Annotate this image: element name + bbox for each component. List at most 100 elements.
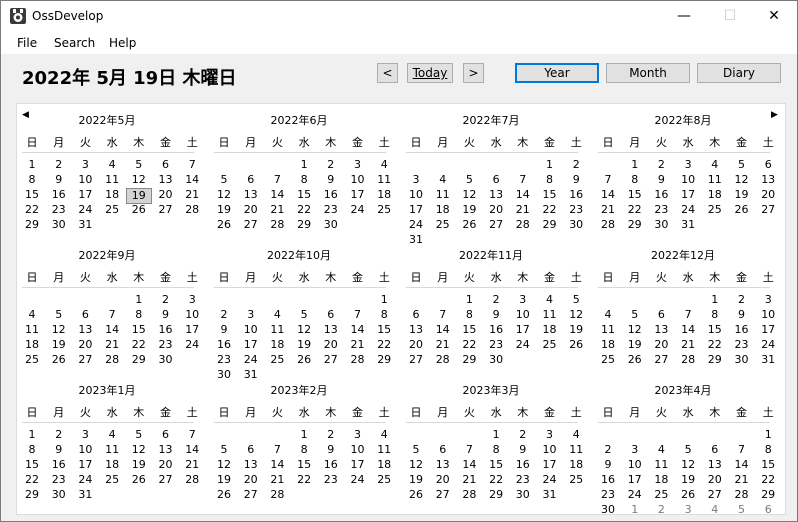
day-cell[interactable]: 3 <box>622 443 648 456</box>
day-cell[interactable]: 14 <box>510 188 536 201</box>
day-cell[interactable]: 20 <box>318 338 344 351</box>
day-cell[interactable]: 23 <box>648 203 674 216</box>
day-cell[interactable]: 3 <box>755 293 781 306</box>
day-cell[interactable]: 19 <box>291 338 317 351</box>
day-cell[interactable]: 27 <box>238 218 264 231</box>
day-cell[interactable]: 16 <box>648 188 674 201</box>
day-cell[interactable]: 13 <box>153 443 179 456</box>
day-cell[interactable]: 31 <box>72 488 98 501</box>
day-cell[interactable]: 22 <box>19 473 45 486</box>
day-cell[interactable]: 9 <box>595 458 621 471</box>
day-cell[interactable]: 30 <box>318 218 344 231</box>
day-cell[interactable]: 28 <box>264 488 290 501</box>
day-cell[interactable]: 13 <box>755 173 781 186</box>
day-cell[interactable]: 4 <box>563 428 589 441</box>
day-cell[interactable]: 7 <box>675 308 701 321</box>
day-cell[interactable]: 25 <box>371 203 397 216</box>
day-cell[interactable]: 5 <box>126 428 152 441</box>
day-cell[interactable]: 12 <box>563 308 589 321</box>
day-cell[interactable]: 25 <box>99 473 125 486</box>
day-cell[interactable]: 1 <box>456 293 482 306</box>
day-cell[interactable]: 19 <box>563 323 589 336</box>
day-cell[interactable]: 9 <box>729 308 755 321</box>
day-cell[interactable]: 11 <box>99 443 125 456</box>
day-cell[interactable]: 9 <box>510 443 536 456</box>
day-cell[interactable]: 23 <box>211 353 237 366</box>
day-cell[interactable]: 12 <box>46 323 72 336</box>
day-cell[interactable]: 11 <box>648 458 674 471</box>
day-cell[interactable]: 20 <box>72 338 98 351</box>
day-cell[interactable]: 19 <box>729 188 755 201</box>
day-cell[interactable]: 11 <box>563 443 589 456</box>
day-cell[interactable]: 26 <box>456 218 482 231</box>
day-cell[interactable]: 25 <box>99 203 125 216</box>
day-cell[interactable]: 15 <box>456 323 482 336</box>
day-cell[interactable]: 28 <box>595 218 621 231</box>
day-cell[interactable]: 7 <box>456 443 482 456</box>
day-cell[interactable]: 8 <box>622 173 648 186</box>
day-cell[interactable]: 15 <box>371 323 397 336</box>
day-cell[interactable]: 29 <box>702 353 728 366</box>
day-cell[interactable]: 24 <box>403 218 429 231</box>
day-cell[interactable]: 29 <box>19 488 45 501</box>
day-cell[interactable]: 8 <box>291 443 317 456</box>
day-cell[interactable]: 15 <box>755 458 781 471</box>
day-cell[interactable]: 6 <box>72 308 98 321</box>
day-cell[interactable]: 3 <box>345 158 371 171</box>
day-cell[interactable]: 19 <box>46 338 72 351</box>
day-cell[interactable]: 29 <box>755 488 781 501</box>
day-cell[interactable]: 25 <box>371 473 397 486</box>
day-cell[interactable]: 4 <box>702 503 728 516</box>
close-button[interactable]: ✕ <box>751 1 797 32</box>
day-cell[interactable]: 27 <box>702 488 728 501</box>
day-cell[interactable]: 22 <box>456 338 482 351</box>
menu-help[interactable]: Help <box>109 36 136 50</box>
day-cell[interactable]: 16 <box>595 473 621 486</box>
day-cell[interactable]: 4 <box>648 443 674 456</box>
minimize-button[interactable]: — <box>661 1 707 32</box>
day-cell[interactable]: 23 <box>483 338 509 351</box>
day-cell[interactable]: 10 <box>675 173 701 186</box>
day-cell[interactable]: 15 <box>19 458 45 471</box>
day-cell[interactable]: 7 <box>345 308 371 321</box>
day-cell[interactable]: 11 <box>702 173 728 186</box>
day-cell[interactable]: 4 <box>430 173 456 186</box>
day-cell[interactable]: 7 <box>264 443 290 456</box>
day-cell[interactable]: 9 <box>318 173 344 186</box>
day-cell[interactable]: 8 <box>126 308 152 321</box>
day-cell[interactable]: 13 <box>72 323 98 336</box>
day-cell[interactable]: 3 <box>345 428 371 441</box>
day-cell[interactable]: 1 <box>19 158 45 171</box>
day-cell[interactable]: 19 <box>211 473 237 486</box>
day-cell[interactable]: 26 <box>126 473 152 486</box>
day-cell[interactable]: 9 <box>483 308 509 321</box>
day-cell[interactable]: 12 <box>456 188 482 201</box>
day-cell[interactable]: 1 <box>622 158 648 171</box>
day-cell[interactable]: 13 <box>238 458 264 471</box>
day-cell[interactable]: 6 <box>648 308 674 321</box>
day-cell[interactable]: 10 <box>72 173 98 186</box>
day-cell[interactable]: 9 <box>46 173 72 186</box>
day-cell[interactable]: 13 <box>648 323 674 336</box>
day-cell[interactable]: 18 <box>371 188 397 201</box>
day-cell[interactable]: 14 <box>456 458 482 471</box>
day-cell[interactable]: 14 <box>430 323 456 336</box>
menu-search[interactable]: Search <box>54 36 95 50</box>
day-cell[interactable]: 20 <box>430 473 456 486</box>
day-cell[interactable]: 8 <box>483 443 509 456</box>
diary-view-button[interactable]: Diary <box>697 63 781 83</box>
day-cell[interactable]: 27 <box>648 353 674 366</box>
day-cell[interactable]: 1 <box>483 428 509 441</box>
day-cell[interactable]: 23 <box>510 473 536 486</box>
day-cell[interactable]: 17 <box>675 188 701 201</box>
day-cell[interactable]: 1 <box>126 293 152 306</box>
day-cell[interactable]: 26 <box>46 353 72 366</box>
day-cell[interactable]: 21 <box>510 203 536 216</box>
day-cell[interactable]: 6 <box>403 308 429 321</box>
day-cell[interactable]: 4 <box>537 293 563 306</box>
day-cell[interactable]: 2 <box>483 293 509 306</box>
day-cell[interactable]: 29 <box>19 218 45 231</box>
day-cell[interactable]: 19 <box>456 203 482 216</box>
day-cell[interactable]: 28 <box>264 218 290 231</box>
day-cell[interactable]: 27 <box>403 353 429 366</box>
